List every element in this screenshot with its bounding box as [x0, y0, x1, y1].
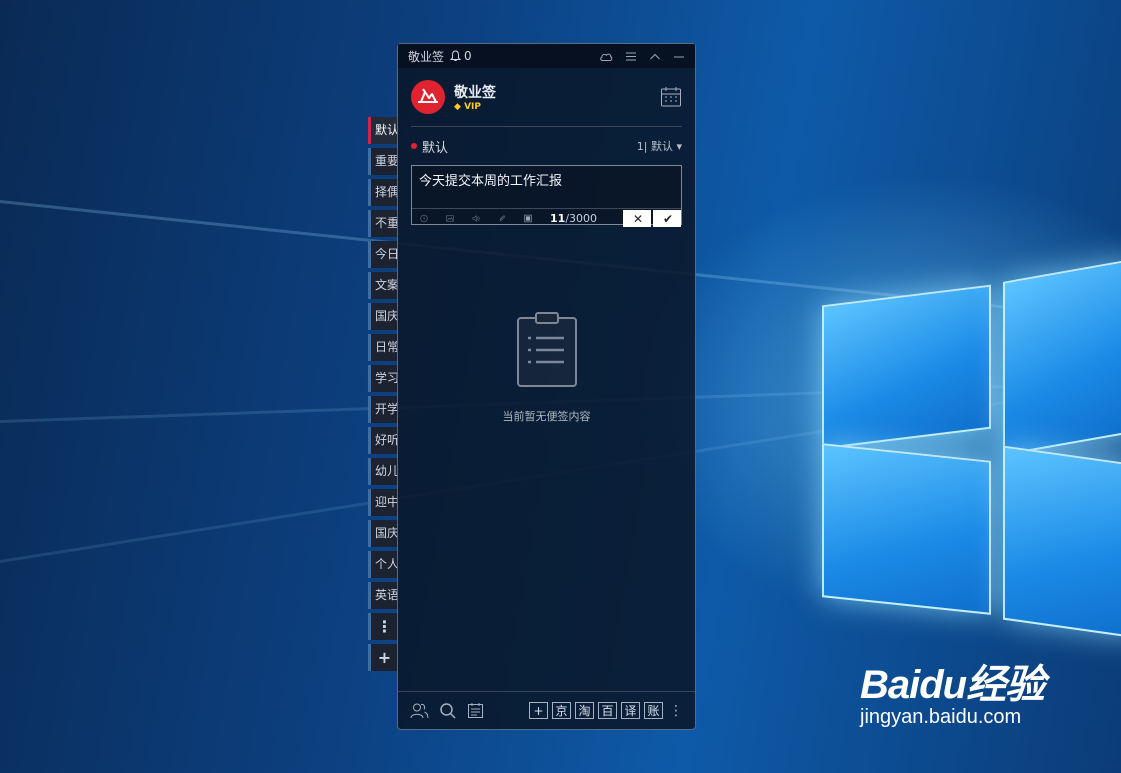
- side-tab-0[interactable]: 默认: [368, 117, 398, 144]
- shortcut-baidu-button[interactable]: 百: [598, 702, 617, 719]
- shortcut-jd-button[interactable]: 京: [552, 702, 571, 719]
- category-side-tabs: 默认 重要 择偶 不重 今日 文案 国庆 日常 学习 开学 好听 幼儿 迎中 国…: [368, 117, 398, 675]
- side-tab-9[interactable]: 开学: [368, 396, 398, 423]
- side-tab-12[interactable]: 迎中: [368, 489, 398, 516]
- note-input[interactable]: 今天提交本周的工作汇报: [412, 166, 681, 208]
- diamond-icon: ◆: [454, 102, 461, 112]
- windows-logo-pane-tl: [822, 284, 991, 450]
- window-controls: [599, 51, 685, 62]
- watermark-url: jingyan.baidu.com: [860, 706, 1022, 728]
- category-row: 默认 1| 默认 ▾: [398, 127, 695, 165]
- profile-header: 敬业签 ◆ VIP: [398, 68, 695, 117]
- category-dot: [411, 143, 417, 149]
- title-bar: 敬业签 0: [398, 44, 695, 68]
- side-tab-15[interactable]: 英语: [368, 582, 398, 609]
- side-tab-8[interactable]: 学习: [368, 365, 398, 392]
- confirm-button[interactable]: ✔: [653, 210, 682, 227]
- side-tab-1[interactable]: 重要: [368, 148, 398, 175]
- side-tab-3[interactable]: 不重: [368, 210, 398, 237]
- side-add-category-button[interactable]: +: [368, 644, 398, 671]
- footer-toolbar: + 京 淘 百 译 账 ⋮: [398, 691, 695, 729]
- side-tab-2[interactable]: 择偶: [368, 179, 398, 206]
- calendar-icon[interactable]: [660, 86, 682, 108]
- current-category: 默认: [422, 140, 449, 156]
- menu-icon[interactable]: [625, 51, 637, 62]
- baidu-jingyan-watermark: Baidu经验 jingyan.baidu.com: [860, 652, 1045, 729]
- shortcut-bar: + 京 淘 百 译 账 ⋮: [529, 702, 683, 719]
- vip-badge: ◆ VIP: [454, 102, 481, 112]
- collapse-up-icon[interactable]: [649, 51, 661, 62]
- image-icon[interactable]: [446, 212, 454, 225]
- side-tab-10[interactable]: 好听: [368, 427, 398, 454]
- app-logo-icon: [418, 88, 438, 103]
- empty-state: 当前暂无便签内容: [398, 312, 695, 424]
- side-more-button[interactable]: ⋮: [368, 613, 398, 640]
- side-tab-7[interactable]: 日常: [368, 334, 398, 361]
- search-icon[interactable]: [439, 702, 457, 719]
- side-tab-13[interactable]: 国庆: [368, 520, 398, 547]
- side-tab-6[interactable]: 国庆: [368, 303, 398, 330]
- stop-square-icon[interactable]: [524, 212, 532, 225]
- check-icon: ✔: [655, 211, 682, 226]
- profile-name: 敬业签: [454, 85, 496, 101]
- side-tab-11[interactable]: 幼儿: [368, 458, 398, 485]
- calendar-list-icon[interactable]: [467, 702, 484, 719]
- minimize-icon[interactable]: [673, 51, 685, 62]
- notification-count: 0: [464, 49, 472, 63]
- more-vertical-icon[interactable]: ⋮: [669, 703, 683, 719]
- audio-icon[interactable]: [472, 212, 480, 225]
- side-tab-4[interactable]: 今日: [368, 241, 398, 268]
- users-icon[interactable]: [410, 702, 429, 719]
- clipboard-icon: [516, 312, 577, 387]
- bell-icon: [450, 50, 462, 61]
- shortcut-translate-button[interactable]: 译: [621, 702, 640, 719]
- empty-message: 当前暂无便签内容: [502, 410, 591, 423]
- windows-logo-pane-bl: [822, 443, 991, 615]
- sort-dropdown[interactable]: 1| 默认 ▾: [637, 138, 682, 154]
- notification-button[interactable]: 0: [450, 49, 472, 63]
- caret-down-icon: ▾: [676, 140, 682, 153]
- side-tab-5[interactable]: 文案: [368, 272, 398, 299]
- char-counter: 11/3000: [550, 212, 598, 225]
- shortcut-account-button[interactable]: 账: [644, 702, 663, 719]
- clock-icon[interactable]: [420, 212, 428, 225]
- sticky-note-panel: 敬业签 0 敬业签 ◆ VIP 默认 1| 默认 ▾ 今天提交本周的工作汇报 1…: [397, 43, 696, 730]
- cloud-sync-icon[interactable]: [599, 51, 613, 62]
- attachment-icon[interactable]: [498, 212, 506, 225]
- shortcut-taobao-button[interactable]: 淘: [575, 702, 594, 719]
- shortcut-add-button[interactable]: +: [529, 702, 548, 719]
- side-tab-14[interactable]: 个人: [368, 551, 398, 578]
- windows-logo-pane-tr: [1003, 258, 1121, 456]
- note-editor[interactable]: 今天提交本周的工作汇报 11/3000 ✕ ✔: [411, 165, 682, 228]
- avatar[interactable]: [411, 80, 445, 114]
- close-icon: ✕: [625, 211, 652, 226]
- watermark-logo-text: Baidu经验: [860, 663, 1045, 707]
- windows-logo-pane-br: [1003, 445, 1121, 639]
- cancel-button[interactable]: ✕: [623, 210, 652, 227]
- app-title: 敬业签: [408, 49, 445, 64]
- editor-toolbar: 11/3000 ✕ ✔: [412, 208, 682, 228]
